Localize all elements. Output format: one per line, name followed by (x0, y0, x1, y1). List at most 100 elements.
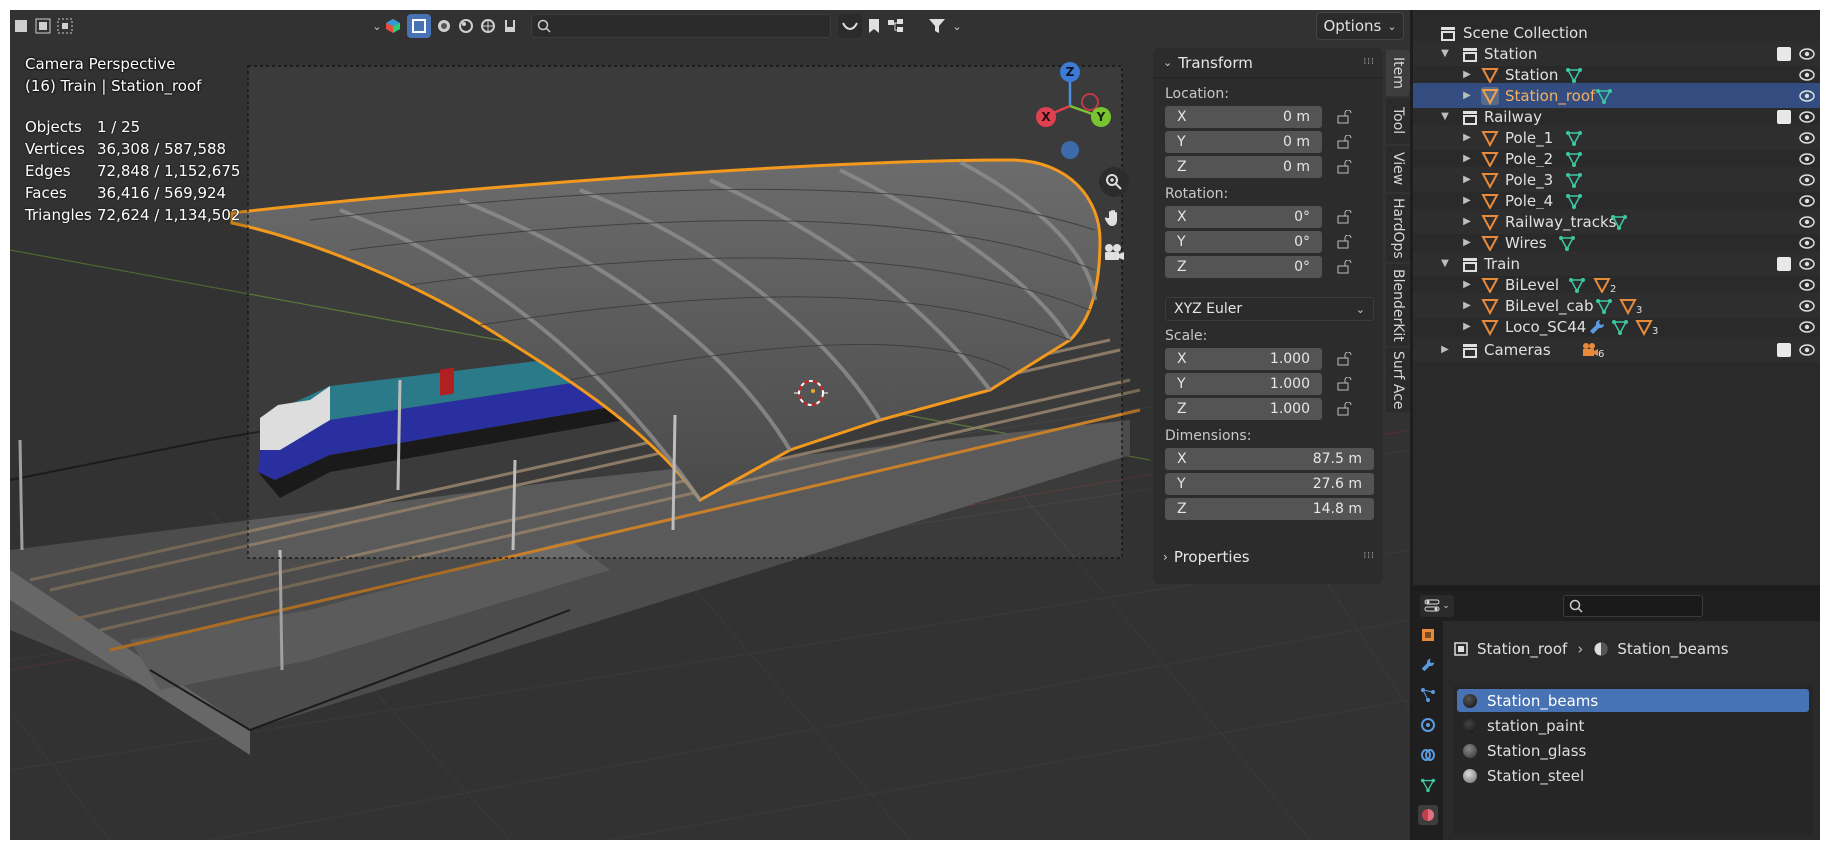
pan-button[interactable] (1099, 203, 1129, 233)
snap-icon[interactable] (499, 16, 521, 36)
include-checkbox[interactable] (1777, 109, 1791, 124)
outliner-row-loco-sc44[interactable]: ▶ Loco_SC44 3 (1413, 314, 1820, 339)
tab-hardops[interactable]: HardOps (1386, 194, 1410, 262)
expand-arrow-icon[interactable]: ▶ (1461, 321, 1473, 333)
shading-rendered-icon[interactable] (477, 16, 499, 36)
expand-arrow-icon[interactable]: ▶ (1461, 153, 1473, 165)
expand-arrow-icon[interactable]: ▶ (1461, 195, 1473, 207)
eye-icon[interactable] (1799, 320, 1815, 333)
select-box-icon[interactable] (10, 16, 32, 36)
material-slot[interactable]: Station_beams (1457, 689, 1809, 712)
select-subtract-icon[interactable] (54, 16, 76, 36)
transform-panel-header[interactable]: ⌄ Transform ⁞⁞⁞ (1153, 48, 1383, 78)
lock-icon[interactable] (1337, 135, 1353, 149)
hierarchy-icon[interactable] (886, 16, 908, 36)
eye-icon[interactable] (1799, 236, 1815, 249)
scale-y-field[interactable]: Y 1.000 (1165, 373, 1322, 395)
rotation-mode-select[interactable]: XYZ Euler ⌄ (1165, 297, 1374, 321)
dimension-y-field[interactable]: Y 27.6 m (1165, 473, 1374, 495)
breadcrumb-object[interactable]: Station_roof (1477, 640, 1567, 658)
eye-icon[interactable] (1799, 152, 1815, 165)
expand-arrow-icon[interactable]: ▶ (1461, 216, 1473, 228)
properties-search-input[interactable] (1563, 595, 1703, 617)
mesh-data-icon[interactable] (1611, 318, 1629, 336)
tab-tool[interactable]: Tool (1386, 98, 1410, 144)
lock-icon[interactable] (1337, 235, 1353, 249)
expand-arrow-icon[interactable]: ▶ (1439, 344, 1451, 356)
eye-icon[interactable] (1799, 215, 1815, 228)
tab-object[interactable] (1418, 625, 1438, 645)
lock-icon[interactable] (1337, 352, 1353, 366)
filter-icon[interactable] (926, 16, 948, 36)
mesh-data-icon[interactable] (1558, 234, 1576, 252)
expand-arrow-icon[interactable]: ▶ (1461, 132, 1473, 144)
options-dropdown[interactable]: Options ⌄ (1316, 12, 1404, 40)
properties-subpanel-header[interactable]: › Properties ⁞⁞⁞ (1153, 542, 1383, 572)
scale-z-field[interactable]: Z 1.000 (1165, 398, 1322, 420)
viewport-search-input[interactable] (531, 14, 831, 38)
editor-type-dropdown[interactable]: ⌄ (1420, 595, 1454, 617)
eye-icon[interactable] (1799, 278, 1815, 291)
rotation-z-field[interactable]: Z 0° (1165, 256, 1322, 278)
gizmo-y-axis[interactable]: Y (1091, 107, 1111, 127)
camera-icon[interactable] (1581, 341, 1599, 359)
lock-icon[interactable] (1337, 160, 1353, 174)
breadcrumb-material[interactable]: Station_beams (1617, 640, 1728, 658)
lock-icon[interactable] (1337, 377, 1353, 391)
curve-toggle-button[interactable] (838, 14, 862, 38)
expand-arrow-icon[interactable]: ▼ (1439, 258, 1451, 270)
tab-modifiers[interactable] (1418, 655, 1438, 675)
lock-icon[interactable] (1337, 110, 1353, 124)
mesh-data-icon[interactable] (1565, 150, 1583, 168)
material-slot[interactable]: Station_glass (1457, 739, 1809, 762)
zoom-button[interactable] (1099, 167, 1129, 197)
drag-handle-icon[interactable]: ⁞⁞⁞ (1363, 57, 1375, 67)
expand-arrow-icon[interactable]: ▼ (1439, 111, 1451, 123)
tab-surf-ace[interactable]: Surf Ace (1386, 348, 1410, 412)
eye-icon[interactable] (1799, 194, 1815, 207)
eye-icon[interactable] (1799, 131, 1815, 144)
lock-icon[interactable] (1337, 402, 1353, 416)
eye-icon[interactable] (1799, 68, 1815, 81)
expand-arrow-icon[interactable]: ▶ (1461, 237, 1473, 249)
material-slot[interactable]: Station_steel (1457, 764, 1809, 787)
material-slot[interactable]: station_paint (1457, 714, 1809, 737)
expand-arrow-icon[interactable]: ▶ (1461, 300, 1473, 312)
include-checkbox[interactable] (1777, 342, 1791, 357)
mesh-data-icon[interactable] (1565, 171, 1583, 189)
rotation-x-field[interactable]: X 0° (1165, 206, 1322, 228)
tab-view[interactable]: View (1386, 146, 1410, 192)
drag-handle-icon[interactable]: ⁞⁞⁞ (1363, 551, 1375, 561)
3d-viewport[interactable]: Z X Y ⌄ ⌄ Options ⌄ Camera Perspective (… (10, 10, 1410, 840)
child-objects-icon[interactable] (1593, 276, 1611, 294)
mesh-data-icon[interactable] (1610, 213, 1628, 231)
mesh-data-icon[interactable] (1565, 129, 1583, 147)
include-checkbox[interactable] (1777, 46, 1791, 61)
expand-arrow-icon[interactable]: ▶ (1461, 69, 1473, 81)
tab-constraints[interactable] (1418, 745, 1438, 765)
eye-icon[interactable] (1799, 257, 1815, 270)
expand-arrow-icon[interactable]: ▶ (1461, 174, 1473, 186)
outliner-row-cameras-collection[interactable]: ▶ Cameras 6 (1413, 337, 1820, 362)
location-x-field[interactable]: X 0 m (1165, 106, 1322, 128)
rotation-y-field[interactable]: Y 0° (1165, 231, 1322, 253)
tab-material[interactable] (1418, 805, 1438, 825)
dimension-z-field[interactable]: Z 14.8 m (1165, 498, 1374, 520)
eye-icon[interactable] (1799, 343, 1815, 356)
expand-arrow-icon[interactable]: ▶ (1461, 90, 1473, 102)
mesh-data-icon[interactable] (1595, 87, 1613, 105)
filter-dropdown-icon[interactable]: ⌄ (946, 16, 968, 36)
eye-icon[interactable] (1799, 89, 1815, 102)
mesh-data-icon[interactable] (1565, 192, 1583, 210)
dimension-x-field[interactable]: X 87.5 m (1165, 448, 1374, 470)
camera-view-button[interactable] (1099, 238, 1129, 268)
gizmo-z-axis[interactable]: Z (1060, 62, 1080, 82)
expand-arrow-icon[interactable]: ▼ (1439, 48, 1451, 60)
child-objects-icon[interactable] (1619, 297, 1637, 315)
mesh-data-icon[interactable] (1565, 66, 1583, 84)
select-extend-icon[interactable] (32, 16, 54, 36)
shading-wire-icon[interactable] (433, 16, 455, 36)
mesh-data-icon[interactable] (1568, 276, 1586, 294)
tab-item[interactable]: Item (1386, 50, 1410, 96)
mesh-data-icon[interactable] (1595, 297, 1613, 315)
